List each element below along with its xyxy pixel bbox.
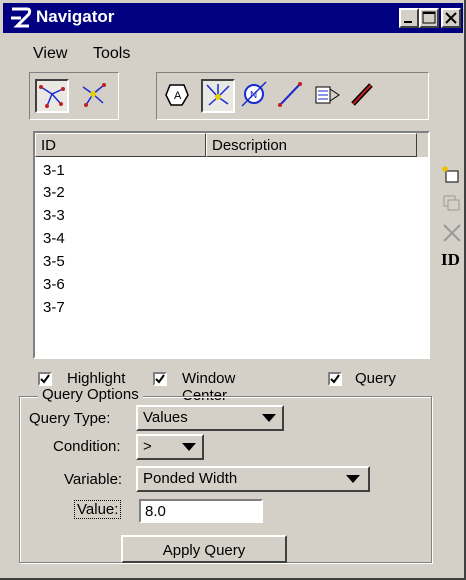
profile-tool[interactable]: [312, 79, 346, 113]
highlight-checkbox[interactable]: [38, 372, 52, 386]
condition-dropdown[interactable]: >: [136, 434, 204, 460]
inlet-network-icon: [206, 84, 230, 106]
list-item[interactable]: 3-1: [43, 162, 65, 184]
query-type-value: Values: [143, 409, 188, 426]
link-icon: [278, 82, 302, 107]
column-header-description[interactable]: Description: [206, 133, 417, 157]
id-label-icon[interactable]: ID: [441, 250, 463, 272]
list-item[interactable]: 3-5: [43, 253, 65, 275]
pipe-tool[interactable]: [347, 79, 381, 113]
dropdown-arrow-icon: [262, 414, 276, 422]
area-tool[interactable]: A: [162, 79, 196, 113]
node-network-icon: [82, 83, 106, 107]
maximize-icon: [422, 11, 436, 24]
network-select-tool[interactable]: [35, 79, 69, 113]
list-item[interactable]: 3-6: [43, 276, 65, 298]
profile-icon: [315, 86, 340, 104]
list-item[interactable]: 3-2: [43, 184, 65, 206]
highlight-label: Highlight: [67, 370, 126, 387]
navigation-mode-toolbar: [29, 72, 119, 120]
network-icon: [39, 85, 65, 108]
query-options-title: Query Options: [38, 386, 143, 403]
list-header: ID Description: [35, 133, 428, 157]
checkmark-icon: [155, 374, 165, 384]
value-label: Value:: [74, 500, 122, 519]
close-button[interactable]: [441, 8, 461, 28]
variable-dropdown[interactable]: Ponded Width: [136, 466, 370, 492]
title-bar[interactable]: Navigator: [3, 3, 463, 33]
link-tool[interactable]: [275, 79, 309, 113]
condition-label: Condition:: [53, 438, 121, 455]
apply-query-button[interactable]: Apply Query: [121, 535, 287, 563]
node-tool[interactable]: N: [239, 79, 273, 113]
list-item[interactable]: 3-4: [43, 230, 65, 252]
navigator-window: Navigator View Tools A N ID Description …: [0, 0, 466, 580]
svg-text:A: A: [174, 90, 182, 102]
maximize-button[interactable]: [419, 8, 439, 28]
close-icon: [445, 12, 457, 24]
dropdown-arrow-icon: [182, 443, 196, 451]
dropdown-arrow-icon: [346, 475, 360, 483]
checkmark-icon: [40, 374, 50, 384]
checkmark-icon: [330, 374, 340, 384]
area-icon: A: [165, 84, 189, 106]
menu-view[interactable]: View: [33, 45, 67, 63]
query-checkbox[interactable]: [328, 372, 342, 386]
node-icon: N: [241, 81, 267, 107]
window-center-checkbox[interactable]: [153, 372, 167, 386]
query-type-dropdown[interactable]: Values: [136, 405, 284, 431]
menu-tools[interactable]: Tools: [93, 45, 130, 63]
variable-label: Variable:: [64, 471, 123, 488]
query-label: Query: [355, 370, 396, 387]
new-item-icon[interactable]: [441, 164, 463, 186]
inlet-tool[interactable]: [201, 79, 235, 113]
elements-list[interactable]: ID Description 3-1 3-2 3-3 3-4 3-5 3-6 3…: [33, 131, 430, 359]
app-logo-icon: [11, 7, 32, 28]
query-type-label: Query Type:: [29, 410, 111, 427]
condition-value: >: [143, 438, 152, 455]
node-select-tool[interactable]: [78, 79, 112, 113]
window-title: Navigator: [36, 7, 115, 26]
element-type-toolbar: A N: [156, 72, 429, 120]
delete-icon[interactable]: [441, 222, 463, 244]
list-item[interactable]: 3-7: [43, 299, 65, 321]
copy-icon[interactable]: [441, 192, 463, 214]
minimize-icon: [404, 21, 412, 23]
value-input[interactable]: [139, 499, 263, 523]
pipe-icon: [351, 83, 373, 106]
minimize-button[interactable]: [399, 8, 419, 28]
column-header-id[interactable]: ID: [35, 133, 206, 157]
list-item[interactable]: 3-3: [43, 207, 65, 229]
variable-value: Ponded Width: [143, 470, 238, 487]
